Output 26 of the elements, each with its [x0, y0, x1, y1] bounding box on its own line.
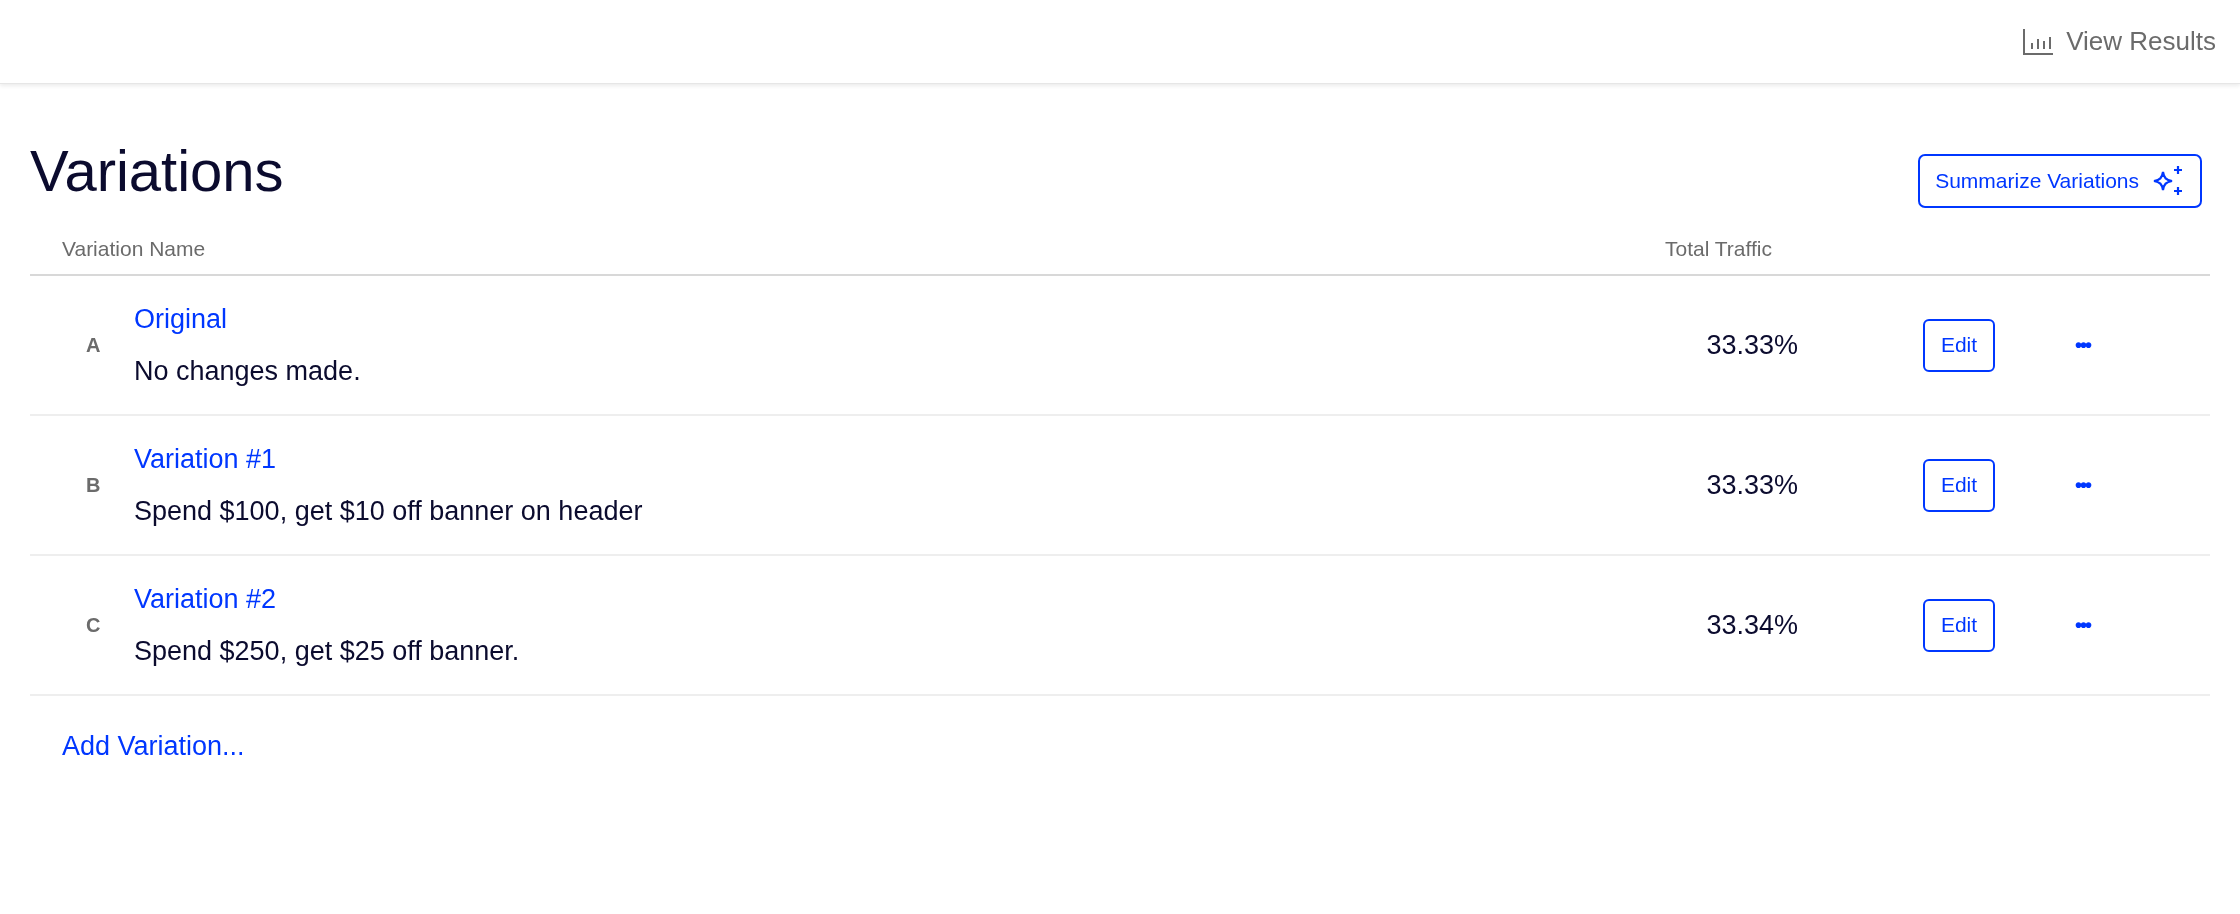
edit-button[interactable]: Edit: [1923, 598, 1995, 652]
variation-name-link[interactable]: Variation #2: [134, 578, 520, 619]
sparkle-icon: [2151, 164, 2185, 198]
traffic-value: 33.34%: [1706, 608, 1798, 642]
page-title: Variations: [30, 142, 284, 200]
more-options-button[interactable]: •••: [2075, 330, 2090, 360]
variation-description: Spend $250, get $25 off banner.: [134, 635, 520, 668]
column-header: Variation Name: [62, 235, 206, 262]
traffic-value: 33.33%: [1706, 468, 1798, 502]
variation-name-link[interactable]: Variation #1: [134, 438, 643, 479]
traffic-value: 33.33%: [1706, 328, 1798, 362]
edit-button[interactable]: Edit: [1923, 318, 1995, 372]
edit-button[interactable]: Edit: [1923, 458, 1995, 512]
variation-description: No changes made.: [134, 355, 361, 388]
variation-name-link[interactable]: Original: [134, 298, 361, 339]
variation-description: Spend $100, get $10 off banner on header: [134, 495, 643, 528]
variation-letter: C: [85, 613, 102, 638]
summarize-variations-button[interactable]: Summarize Variations: [1918, 154, 2202, 208]
more-options-button[interactable]: •••: [2075, 610, 2090, 640]
variation-letter: A: [85, 333, 102, 358]
add-variation-link[interactable]: Add Variation...: [62, 726, 245, 767]
more-options-button[interactable]: •••: [2075, 470, 2090, 500]
view-results-button[interactable]: View Results: [2022, 22, 2216, 61]
variation-letter: B: [85, 473, 102, 498]
bar-chart-icon: [2022, 27, 2055, 56]
column-header: Total Traffic: [1665, 235, 1772, 262]
